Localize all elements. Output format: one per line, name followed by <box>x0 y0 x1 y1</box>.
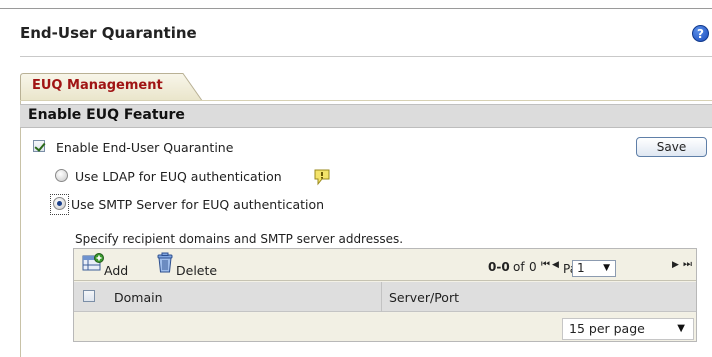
chevron-down-icon: ▼ <box>677 323 685 334</box>
select-all-checkbox[interactable] <box>83 290 95 302</box>
next-page-icon[interactable]: ▶ <box>672 260 679 270</box>
add-icon[interactable] <box>82 253 104 273</box>
trash-icon[interactable] <box>156 252 174 274</box>
column-divider <box>381 282 382 312</box>
title-divider <box>20 56 712 57</box>
per-page-value: 15 per page <box>569 321 645 336</box>
enable-euq-checkbox[interactable] <box>33 140 45 152</box>
page-select-value: 1 <box>577 261 585 275</box>
column-server-port[interactable]: Server/Port <box>389 290 459 305</box>
add-button[interactable]: Add <box>104 263 128 278</box>
tab-label: EUQ Management <box>32 78 163 93</box>
pager-range: 0-0 <box>488 260 510 274</box>
page-title: End-User Quarantine <box>20 24 197 42</box>
note-icon <box>314 169 330 186</box>
ldap-label: Use LDAP for EUQ authentication <box>75 169 282 184</box>
enable-euq-label: Enable End-User Quarantine <box>56 140 234 155</box>
ldap-radio[interactable] <box>55 169 68 182</box>
top-divider <box>0 8 712 9</box>
prev-page-icon[interactable]: ◀ <box>552 260 559 270</box>
per-page-select[interactable]: 15 per page ▼ <box>562 318 694 340</box>
section-title: Enable EUQ Feature <box>28 107 185 123</box>
page-select[interactable]: 1 ▼ <box>572 260 616 277</box>
help-icon[interactable]: ? <box>692 25 709 42</box>
smtp-radio[interactable] <box>53 197 66 210</box>
tab-euq-management[interactable]: EUQ Management <box>20 73 204 102</box>
save-button[interactable]: Save <box>636 137 707 157</box>
last-page-icon[interactable]: ⏭ <box>683 259 692 270</box>
column-domain[interactable]: Domain <box>114 290 163 305</box>
first-page-icon[interactable]: ⏮ <box>541 259 550 270</box>
grid-header <box>74 282 696 312</box>
server-instruction: Specify recipient domains and SMTP serve… <box>75 232 404 246</box>
chevron-down-icon: ▼ <box>603 263 610 273</box>
pager-of: of <box>513 260 525 274</box>
smtp-label: Use SMTP Server for EUQ authentication <box>71 197 325 212</box>
delete-button[interactable]: Delete <box>176 263 217 278</box>
pager-total: 0 <box>529 260 537 274</box>
